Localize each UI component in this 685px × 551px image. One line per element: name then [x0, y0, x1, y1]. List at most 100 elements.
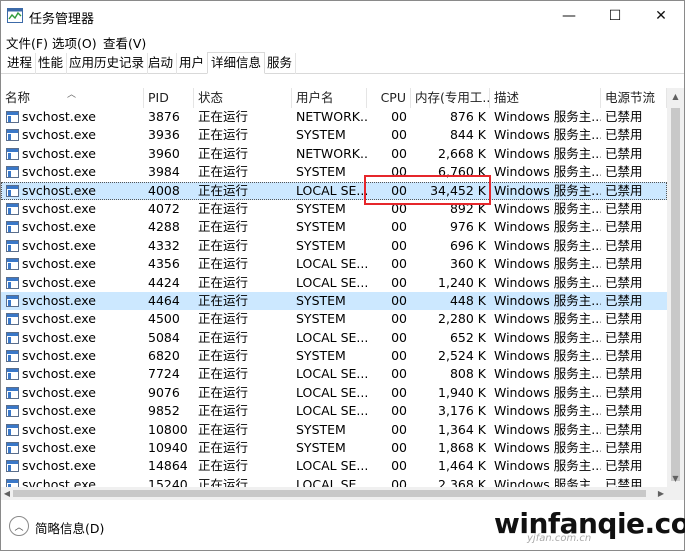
cell-user: SYSTEM — [296, 348, 346, 364]
vertical-scrollbar[interactable]: ▲ ▼ — [667, 88, 684, 487]
cell-user: LOCAL SE... — [296, 366, 367, 382]
cell-cpu: 00 — [391, 256, 407, 272]
table-row[interactable]: svchost.exe 9076 正在运行 LOCAL SE... 00 1,940 K W… — [1, 384, 667, 402]
cell-power: 已禁用 — [605, 274, 643, 290]
cell-desc: Windows 服务主... — [494, 237, 601, 253]
tab-processes[interactable]: 进程 — [4, 53, 37, 74]
table-row[interactable]: svchost.exe 10800 正在运行 SYSTEM 00 1,364 K Windo… — [1, 421, 667, 439]
collapse-button[interactable]: ︿ — [9, 516, 29, 536]
cell-power: 已禁用 — [605, 164, 643, 180]
cell-status: 正在运行 — [198, 274, 249, 290]
scroll-right-icon[interactable]: ▶ — [655, 487, 667, 500]
scroll-down-icon[interactable]: ▼ — [667, 470, 684, 487]
table-row[interactable]: svchost.exe 3960 正在运行 NETWORK... 00 2,668 K Wi… — [1, 145, 667, 163]
cell-user: LOCAL SE... — [296, 274, 367, 290]
cell-user: SYSTEM — [296, 311, 346, 327]
tab-details[interactable]: 详细信息 — [207, 52, 266, 74]
cell-pid: 10940 — [148, 440, 188, 456]
cell-pid: 3876 — [148, 109, 180, 124]
table-row[interactable]: svchost.exe 14864 正在运行 LOCAL SE... 00 1,464 K… — [1, 457, 667, 475]
window-title: 任务管理器 — [29, 12, 95, 27]
table-row[interactable]: svchost.exe 4500 正在运行 SYSTEM 00 2,280 K Window… — [1, 310, 667, 328]
table-row[interactable]: svchost.exe 3984 正在运行 SYSTEM 00 6,760 K Window… — [1, 163, 667, 181]
table-row[interactable]: svchost.exe 4356 正在运行 LOCAL SE... 00 360 K Win… — [1, 255, 667, 273]
table-row[interactable]: svchost.exe 4464 正在运行 SYSTEM 00 448 K Windows … — [1, 291, 667, 311]
cell-user: LOCAL SE... — [296, 329, 367, 345]
table-row[interactable]: svchost.exe 3936 正在运行 SYSTEM 00 844 K Windows … — [1, 126, 667, 144]
cell-power: 已禁用 — [605, 384, 643, 400]
cell-name: svchost.exe — [22, 403, 96, 419]
cell-status: 正在运行 — [198, 127, 249, 143]
cell-pid: 4424 — [148, 274, 180, 290]
cell-status: 正在运行 — [198, 219, 249, 235]
scroll-up-icon[interactable]: ▲ — [667, 88, 684, 105]
table-row[interactable]: svchost.exe 4424 正在运行 LOCAL SE... 00 1,240 K W… — [1, 274, 667, 292]
table-row[interactable]: svchost.exe 4072 正在运行 SYSTEM 00 892 K Windows … — [1, 200, 667, 218]
cell-desc: Windows 服务主... — [494, 109, 601, 124]
menu-file[interactable]: 文件(F) — [6, 33, 48, 52]
tab-performance[interactable]: 性能 — [35, 53, 68, 74]
col-header-description[interactable]: 描述 — [490, 88, 601, 108]
menu-view[interactable]: 查看(V) — [103, 33, 146, 52]
cell-pid: 4356 — [148, 256, 180, 272]
details-table: 名称 ︿ PID 状态 用户名 CPU 内存(专用工... 描述 电源节流 sv… — [1, 88, 684, 488]
col-header-name[interactable]: 名称 ︿ — [1, 88, 144, 108]
cell-cpu: 00 — [391, 440, 407, 456]
table-row[interactable]: svchost.exe 5084 正在运行 LOCAL SE... 00 652 K Win… — [1, 329, 667, 347]
cell-cpu: 00 — [391, 403, 407, 419]
cell-mem: 808 K — [449, 366, 486, 382]
cell-cpu: 00 — [391, 329, 407, 345]
cell-mem: 360 K — [449, 256, 486, 272]
cell-power: 已禁用 — [605, 292, 643, 308]
table-row[interactable]: svchost.exe 3876 正在运行 NETWORK... 00 876 K Wind… — [1, 108, 667, 126]
cell-desc: Windows 服务主... — [494, 440, 601, 456]
table-row[interactable]: svchost.exe 4288 正在运行 SYSTEM 00 976 K Windows … — [1, 218, 667, 236]
cell-power: 已禁用 — [605, 366, 643, 382]
cell-status: 正在运行 — [198, 200, 249, 216]
cell-desc: Windows 服务主... — [494, 366, 601, 382]
col-header-pid[interactable]: PID — [144, 88, 194, 108]
scroll-left-icon[interactable]: ◀ — [1, 487, 13, 500]
tab-app-history[interactable]: 应用历史记录 — [66, 53, 149, 74]
table-row[interactable]: svchost.exe 6820 正在运行 SYSTEM 00 2,524 K Window… — [1, 347, 667, 365]
table-row[interactable]: svchost.exe 9852 正在运行 LOCAL SE... 00 3,176 K W… — [1, 402, 667, 420]
col-header-power-throttling[interactable]: 电源节流 — [601, 88, 667, 108]
cell-name: svchost.exe — [22, 329, 96, 345]
maximize-icon: ☐ — [608, 8, 622, 24]
cell-cpu: 00 — [391, 109, 407, 124]
horizontal-scrollbar[interactable]: ◀ ▶ — [1, 487, 667, 500]
cell-name: svchost.exe — [22, 256, 96, 272]
col-header-user[interactable]: 用户名 — [292, 88, 367, 108]
minimize-icon: — — [562, 8, 576, 24]
maximize-button[interactable]: ☐ — [592, 1, 638, 31]
cell-pid: 14864 — [148, 458, 188, 474]
cell-mem: 696 K — [449, 237, 486, 253]
cell-user: LOCAL SE... — [296, 182, 367, 198]
cell-status: 正在运行 — [198, 348, 249, 364]
table-row[interactable]: svchost.exe 10940 正在运行 SYSTEM 00 1,868 K Windo… — [1, 439, 667, 457]
col-header-status[interactable]: 状态 — [194, 88, 292, 108]
table-row[interactable]: svchost.exe 7724 正在运行 LOCAL SE... 00 808 K Win… — [1, 365, 667, 383]
horizontal-scroll-thumb[interactable] — [13, 490, 646, 497]
tab-services[interactable]: 服务 — [264, 53, 297, 74]
table-row[interactable]: svchost.exe 4008 正在运行 LOCAL SE... 00 34,452 K… — [1, 181, 667, 200]
cell-power: 已禁用 — [605, 182, 643, 198]
fewer-details-link[interactable]: 简略信息(D) — [35, 518, 104, 537]
cell-mem: 1,940 K — [438, 384, 486, 400]
col-header-memory[interactable]: 内存(专用工... — [411, 88, 490, 108]
cell-name: svchost.exe — [22, 348, 96, 364]
vertical-scroll-thumb[interactable] — [671, 108, 680, 481]
menu-options[interactable]: 选项(O) — [52, 33, 97, 52]
close-button[interactable]: ✕ — [638, 1, 684, 31]
cell-power: 已禁用 — [605, 219, 643, 235]
cell-power: 已禁用 — [605, 145, 643, 161]
table-row[interactable]: svchost.exe 4332 正在运行 SYSTEM 00 696 K Windows … — [1, 237, 667, 255]
tab-users[interactable]: 用户 — [176, 53, 209, 74]
minimize-button[interactable]: — — [546, 1, 592, 31]
cell-power: 已禁用 — [605, 256, 643, 272]
cell-cpu: 00 — [391, 164, 407, 180]
cell-cpu: 00 — [391, 292, 407, 308]
table-body: svchost.exe 3876 正在运行 NETWORK... 00 876 K Wind… — [1, 108, 667, 488]
col-header-cpu[interactable]: CPU — [367, 88, 411, 108]
tab-startup[interactable]: 启动 — [145, 53, 178, 74]
